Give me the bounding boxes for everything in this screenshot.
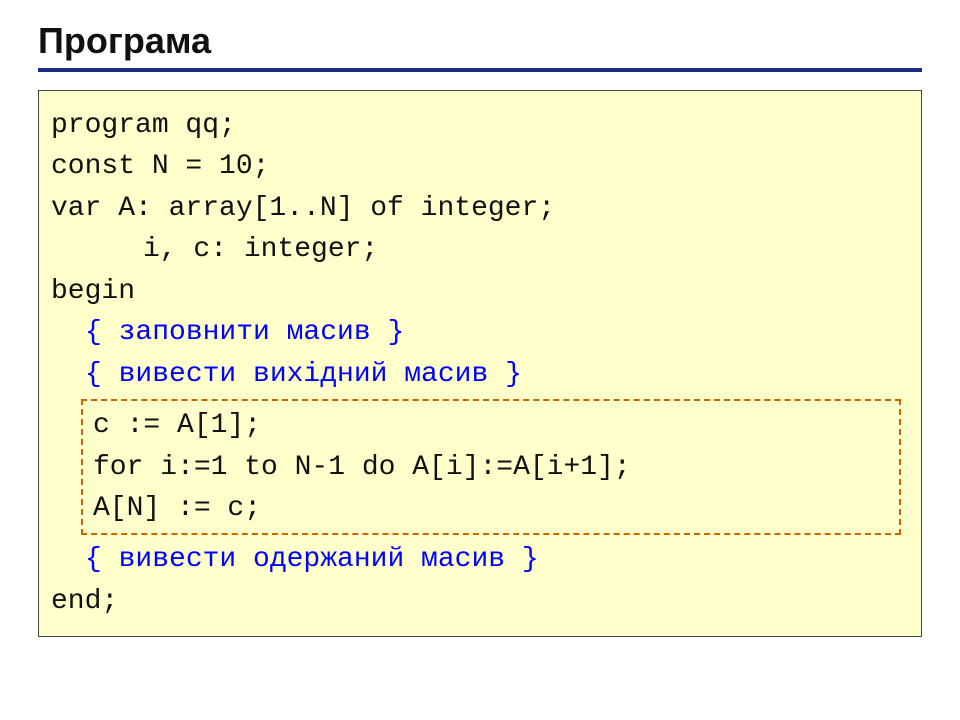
code-line: end; (51, 581, 909, 622)
code-line: for i:=1 to N-1 do A[i]:=A[i+1]; (87, 447, 897, 488)
code-comment: { заповнити масив } (51, 312, 909, 353)
code-line: i, c: integer; (51, 229, 909, 270)
code-line: program qq; (51, 105, 909, 146)
title-rule (38, 68, 922, 72)
page-title: Програма (38, 20, 922, 62)
code-line: A[N] := c; (87, 488, 897, 529)
highlight-box: c := A[1]; for i:=1 to N-1 do A[i]:=A[i+… (81, 399, 901, 535)
code-comment: { вивести вихідний масив } (51, 354, 909, 395)
code-line: var A: array[1..N] of integer; (51, 188, 909, 229)
slide: Програма program qq; const N = 10; var A… (0, 0, 960, 720)
code-line: c := A[1]; (87, 405, 897, 446)
code-box: program qq; const N = 10; var A: array[1… (38, 90, 922, 637)
code-line: const N = 10; (51, 146, 909, 187)
code-line: begin (51, 271, 909, 312)
code-comment: { вивести одержаний масив } (51, 539, 909, 580)
